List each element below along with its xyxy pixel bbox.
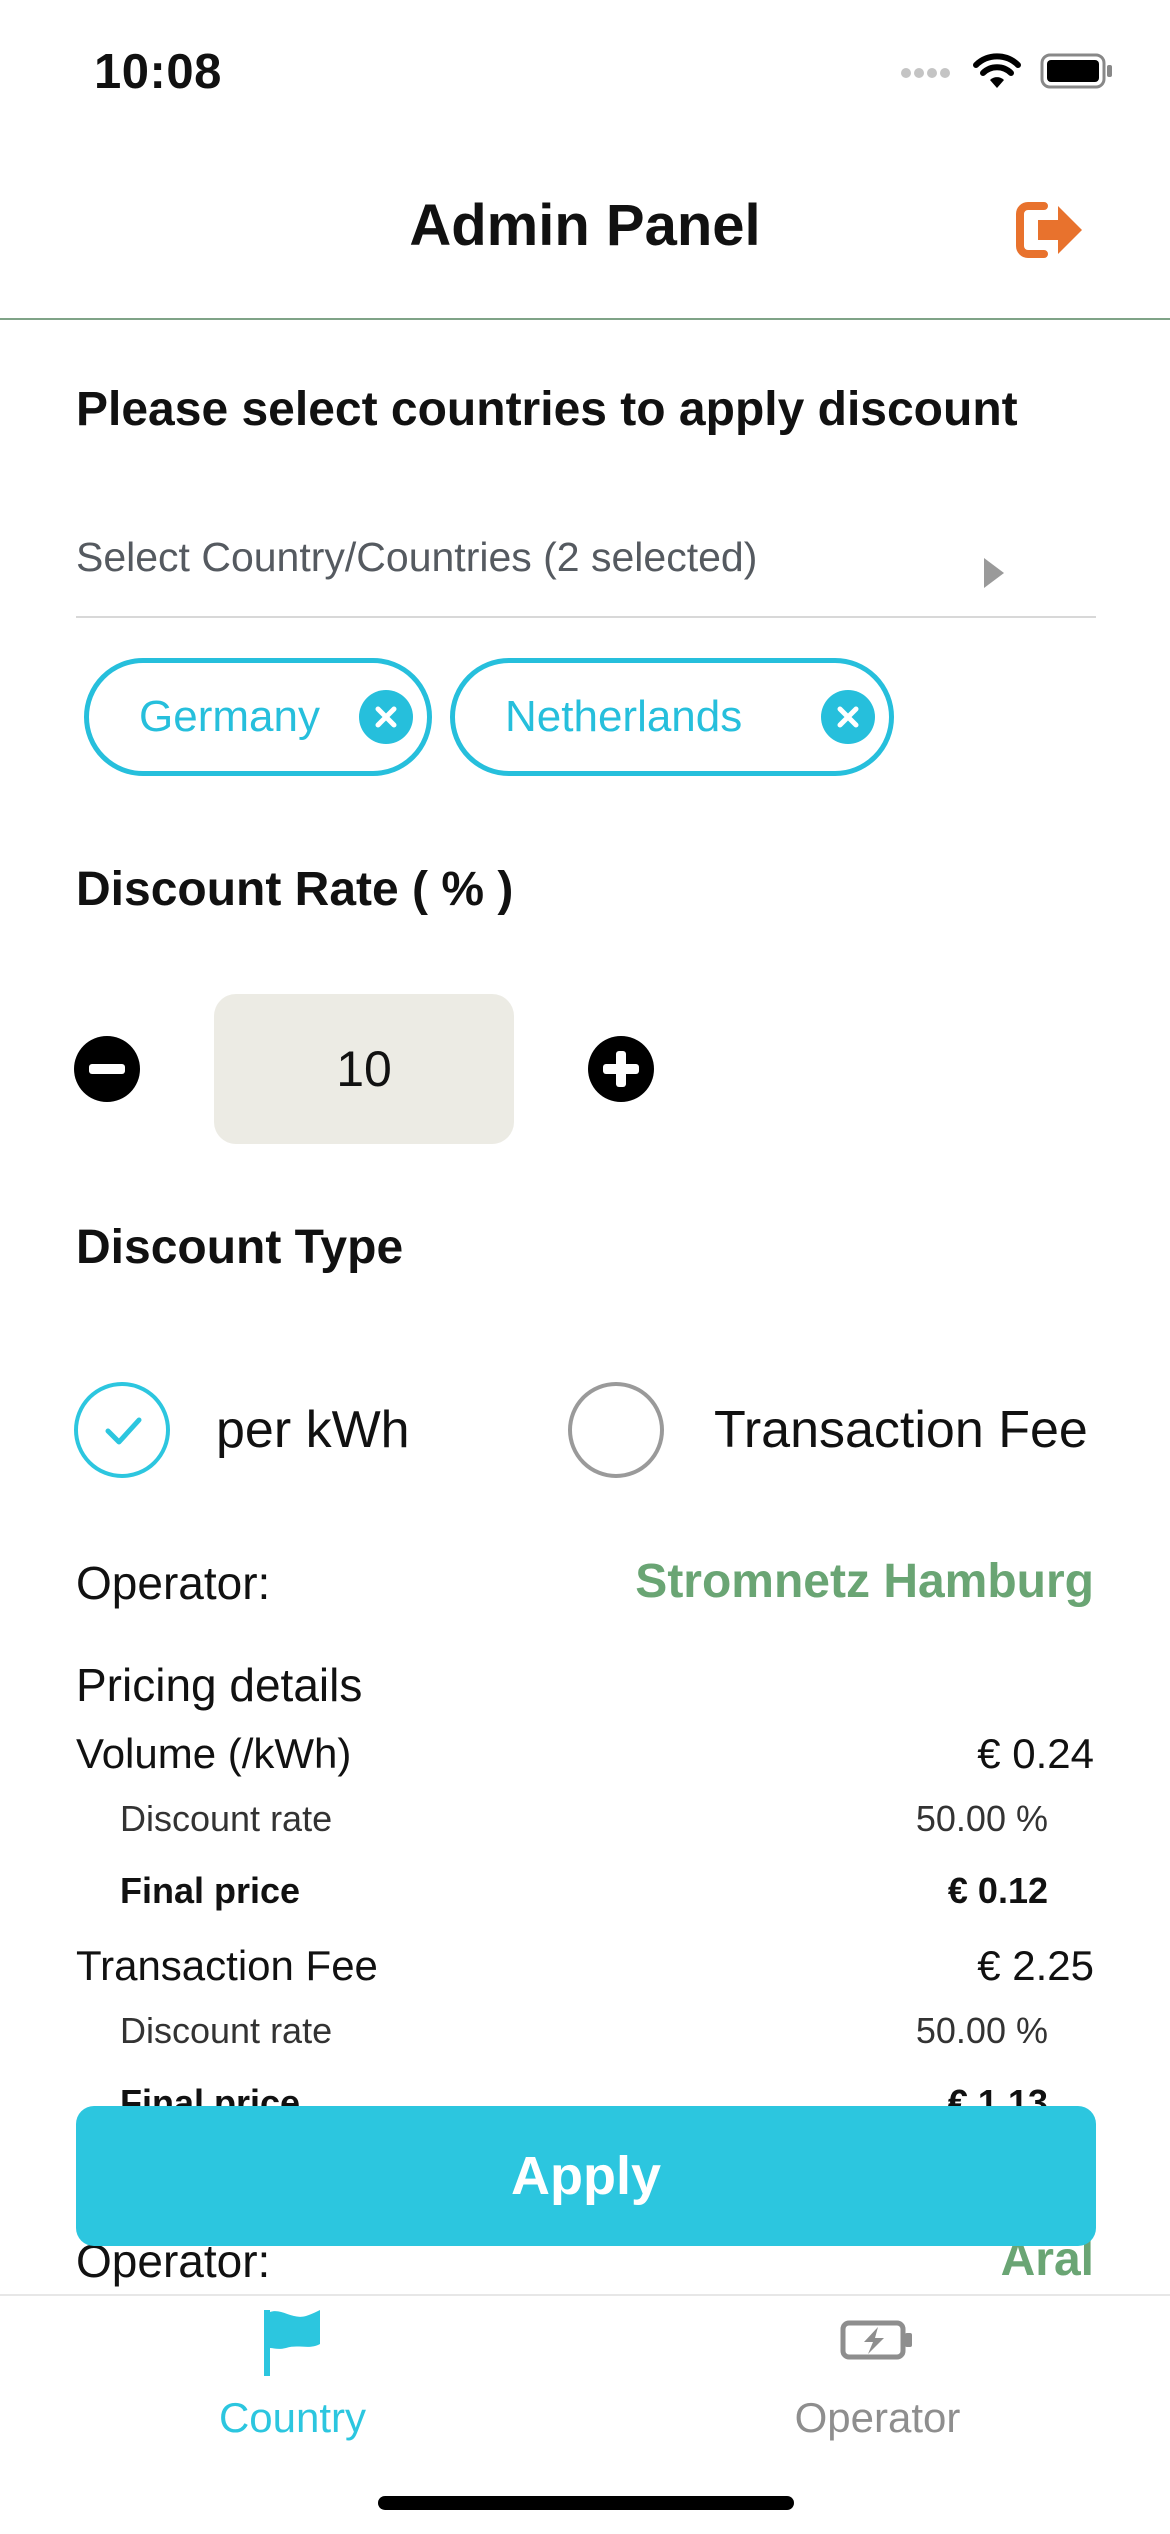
radio-transaction-fee[interactable]	[568, 1382, 664, 1478]
chip-germany: Germany	[84, 658, 432, 776]
apply-button[interactable]: Apply	[76, 2106, 1096, 2246]
increment-button[interactable]	[588, 1036, 654, 1102]
discount-type-title: Discount Type	[76, 1221, 404, 1274]
operator-label: Operator:	[76, 1557, 271, 1609]
battery-charging-icon	[840, 2320, 912, 2360]
caret-right-icon	[984, 558, 1004, 588]
chip-label: Germany	[139, 692, 320, 741]
chip-label: Netherlands	[505, 692, 743, 741]
wifi-icon	[973, 53, 1021, 88]
logout-icon	[1016, 202, 1082, 258]
radio-per-kwh-label: per kWh	[216, 1401, 410, 1459]
volume-discount-value: 50.00 %	[915, 1798, 1048, 1839]
volume-discount-label: Discount rate	[120, 1798, 333, 1839]
country-select[interactable]: Select Country/Countries (2 selected)	[76, 520, 1096, 618]
countries-section-title: Please select countries to apply discoun…	[76, 383, 1018, 436]
signal-icon	[901, 68, 950, 78]
operator-name: Stromnetz Hamburg	[635, 1555, 1094, 1608]
status-time: 10:08	[94, 45, 222, 99]
pricing-details-title: Pricing details	[76, 1659, 363, 1711]
radio-per-kwh[interactable]	[74, 1382, 170, 1478]
check-icon	[105, 1417, 142, 1445]
volume-label: Volume (/kWh)	[76, 1730, 352, 1777]
logout-button[interactable]	[1016, 200, 1086, 260]
remove-chip-icon[interactable]	[359, 690, 413, 744]
discount-rate-input[interactable]: 10	[214, 994, 514, 1144]
remove-chip-icon[interactable]	[821, 690, 875, 744]
tab-operator-label: Operator	[794, 2394, 961, 2441]
battery-icon	[1040, 53, 1112, 89]
decrement-button[interactable]	[74, 1036, 140, 1102]
tab-country-label: Country	[218, 2394, 367, 2441]
volume-price: € 0.24	[977, 1730, 1094, 1777]
transaction-discount-value: 50.00 %	[915, 2010, 1048, 2051]
volume-final-value: € 0.12	[947, 1870, 1048, 1911]
flag-icon	[264, 2310, 320, 2376]
country-select-text: Select Country/Countries (2 selected)	[76, 534, 758, 580]
radio-transaction-fee-label: Transaction Fee	[714, 1401, 1088, 1459]
plus-icon	[603, 1051, 639, 1087]
header-divider	[0, 318, 1170, 320]
transaction-fee-price: € 2.25	[977, 1942, 1094, 1989]
discount-rate-title: Discount Rate ( % )	[76, 863, 514, 916]
page-title: Admin Panel	[409, 193, 761, 258]
chip-netherlands: Netherlands	[450, 658, 894, 776]
transaction-fee-label: Transaction Fee	[76, 1942, 378, 1989]
home-indicator	[378, 2496, 794, 2510]
minus-icon	[89, 1064, 125, 1074]
status-icons	[900, 52, 1114, 90]
volume-final-label: Final price	[120, 1870, 301, 1911]
transaction-discount-label: Discount rate	[120, 2010, 333, 2051]
